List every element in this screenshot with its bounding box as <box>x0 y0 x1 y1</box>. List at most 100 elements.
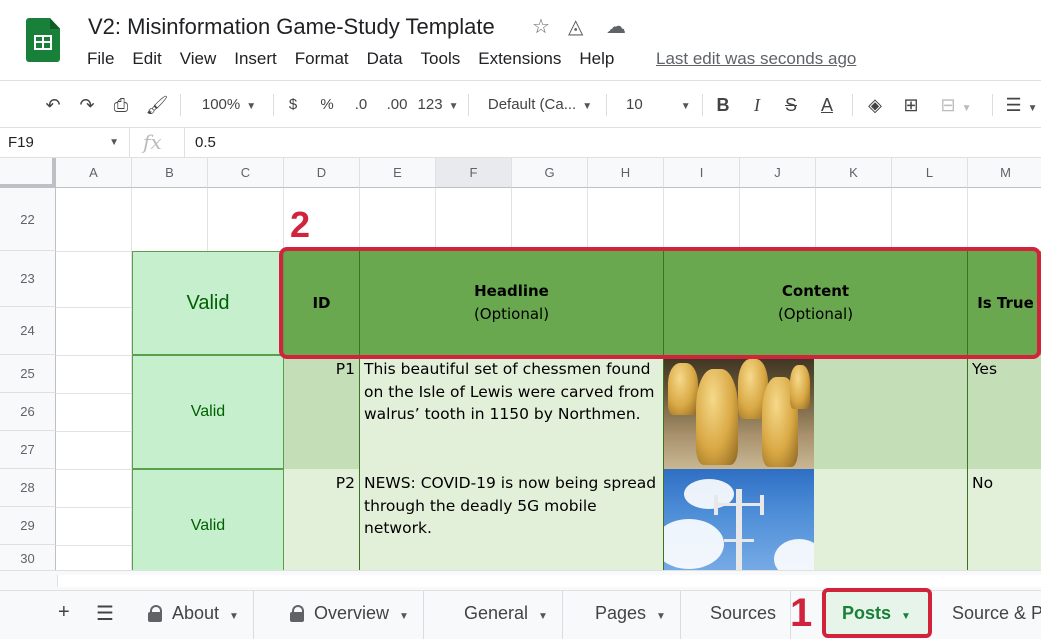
tab-source-posts-label: Source & P <box>952 603 1041 623</box>
post-1-id-cell[interactable]: P1 <box>284 355 360 469</box>
borders-icon[interactable]: ⊞ <box>898 91 924 119</box>
menu-format[interactable]: Format <box>295 49 349 69</box>
gridline <box>56 545 131 546</box>
menu-insert[interactable]: Insert <box>234 49 277 69</box>
cloud-saved-icon[interactable]: ☁ <box>606 14 626 39</box>
column-header-e[interactable]: E <box>360 158 436 188</box>
fx-icon: fx <box>143 130 162 154</box>
document-title[interactable]: V2: Misinformation Game-Study Template <box>88 14 495 40</box>
bold-button[interactable]: B <box>712 91 734 119</box>
print-icon[interactable]: ⎙ <box>108 91 134 119</box>
lock-icon <box>148 605 162 622</box>
chevron-down-icon: ▼ <box>1027 103 1038 114</box>
chess-piece <box>696 369 738 465</box>
add-sheet-icon[interactable]: + <box>58 601 70 624</box>
column-header-g[interactable]: G <box>512 158 588 188</box>
star-icon[interactable]: ☆ <box>532 14 550 39</box>
chevron-down-icon: ▼ <box>538 611 548 622</box>
name-box[interactable]: F19 ▼ <box>0 128 130 158</box>
tab-pages[interactable]: Pages ▼ <box>581 591 681 639</box>
column-header-c[interactable]: C <box>208 158 284 188</box>
post-2-headline-cell[interactable]: NEWS: COVID-19 is now being spread throu… <box>360 469 664 570</box>
tab-posts-label: Posts <box>842 603 892 623</box>
last-edit-link[interactable]: Last edit was seconds ago <box>656 49 856 69</box>
column-header-l[interactable]: L <box>892 158 968 188</box>
column-header-b[interactable]: B <box>132 158 208 188</box>
select-all-corner[interactable] <box>0 158 56 188</box>
all-sheets-icon[interactable]: ☰ <box>96 601 114 626</box>
post-2-is-true-cell[interactable]: No <box>968 469 1041 570</box>
column-header-k[interactable]: K <box>816 158 892 188</box>
strikethrough-button[interactable]: S <box>780 91 802 119</box>
menu-tools[interactable]: Tools <box>421 49 461 69</box>
move-to-drive-icon[interactable]: ◬ <box>568 14 583 39</box>
post-1-valid-cell[interactable]: Valid <box>132 355 284 469</box>
lock-icon <box>290 605 304 622</box>
column-header-h[interactable]: H <box>588 158 664 188</box>
menu-extensions[interactable]: Extensions <box>478 49 561 69</box>
column-header-m[interactable]: M <box>968 158 1041 188</box>
menu-edit[interactable]: Edit <box>132 49 161 69</box>
tower-arm <box>718 503 760 506</box>
redo-icon[interactable]: ↷ <box>74 91 100 119</box>
column-header-a[interactable]: A <box>56 158 132 188</box>
column-header-d[interactable]: D <box>284 158 360 188</box>
fill-color-icon[interactable]: ◈ <box>862 91 888 119</box>
tab-about[interactable]: About ▼ <box>134 591 254 639</box>
post-2-valid-cell[interactable]: Valid <box>132 469 284 570</box>
decrease-decimals-button[interactable]: .0 <box>348 91 374 119</box>
row-header-27[interactable]: 27 <box>0 431 56 469</box>
tab-general[interactable]: General ▼ <box>450 591 563 639</box>
post-2-content-cell[interactable] <box>664 469 968 570</box>
menu-help[interactable]: Help <box>579 49 614 69</box>
tab-overview-label: Overview <box>314 603 390 623</box>
text-color-button[interactable]: A <box>814 91 840 119</box>
sheet-grid[interactable]: A B C D E F G H I J K L M 22 23 24 25 26… <box>0 158 1041 570</box>
gridline <box>967 188 968 251</box>
post-1-is-true-cell[interactable]: Yes <box>968 355 1041 469</box>
more-formats-select[interactable]: 123 ▼ <box>416 91 460 119</box>
post-1-headline-cell[interactable]: This beautiful set of chessmen found on … <box>360 355 664 469</box>
row-header-23[interactable]: 23 <box>0 251 56 307</box>
chevron-down-icon: ▼ <box>656 611 666 622</box>
lewis-chessmen-image <box>664 355 814 469</box>
row-header-24[interactable]: 24 <box>0 307 56 355</box>
horizontal-scrollbar[interactable] <box>0 570 1041 590</box>
menu-data[interactable]: Data <box>367 49 403 69</box>
row-header-26[interactable]: 26 <box>0 393 56 431</box>
formula-input[interactable]: 0.5 <box>184 128 216 158</box>
tab-overview[interactable]: Overview ▼ <box>276 591 424 639</box>
row-header-25[interactable]: 25 <box>0 355 56 393</box>
row-header-28[interactable]: 28 <box>0 469 56 507</box>
column-header-f[interactable]: F <box>436 158 512 188</box>
horizontal-align-icon[interactable]: ☰ ▼ <box>1002 91 1041 119</box>
column-header-j[interactable]: J <box>740 158 816 188</box>
gridline <box>131 188 132 251</box>
percent-button[interactable]: % <box>316 91 338 119</box>
merge-cells-icon[interactable]: ⊟ ▼ <box>934 91 978 119</box>
row-header-30[interactable]: 30 <box>0 545 56 570</box>
zoom-select[interactable]: 100% ▼ <box>190 91 268 119</box>
tab-source-posts[interactable]: Source & P <box>938 591 1041 639</box>
row-header-22[interactable]: 22 <box>0 188 56 251</box>
column-header-i[interactable]: I <box>664 158 740 188</box>
font-select[interactable]: Default (Ca... ▼ <box>480 91 600 119</box>
tab-sources[interactable]: Sources <box>696 591 792 639</box>
scrollbar-thumb[interactable] <box>57 575 1041 587</box>
paint-format-icon[interactable]: 🖌 <box>144 91 170 119</box>
cloud <box>774 539 814 570</box>
currency-button[interactable]: $ <box>282 91 304 119</box>
gridline <box>587 188 588 251</box>
undo-icon[interactable]: ↶ <box>40 91 66 119</box>
menu-file[interactable]: File <box>87 49 114 69</box>
header-valid-cell[interactable]: Valid <box>132 251 284 355</box>
row-header-29[interactable]: 29 <box>0 507 56 545</box>
increase-decimals-button[interactable]: .00 <box>382 91 412 119</box>
font-size-select[interactable]: 10 ▼ <box>616 91 692 119</box>
italic-button[interactable]: I <box>746 91 768 119</box>
tab-posts[interactable]: Posts ▼ <box>822 588 932 638</box>
post-1-content-cell[interactable] <box>664 355 968 469</box>
post-2-id-cell[interactable]: P2 <box>284 469 360 570</box>
chess-piece <box>668 363 698 415</box>
menu-view[interactable]: View <box>180 49 217 69</box>
